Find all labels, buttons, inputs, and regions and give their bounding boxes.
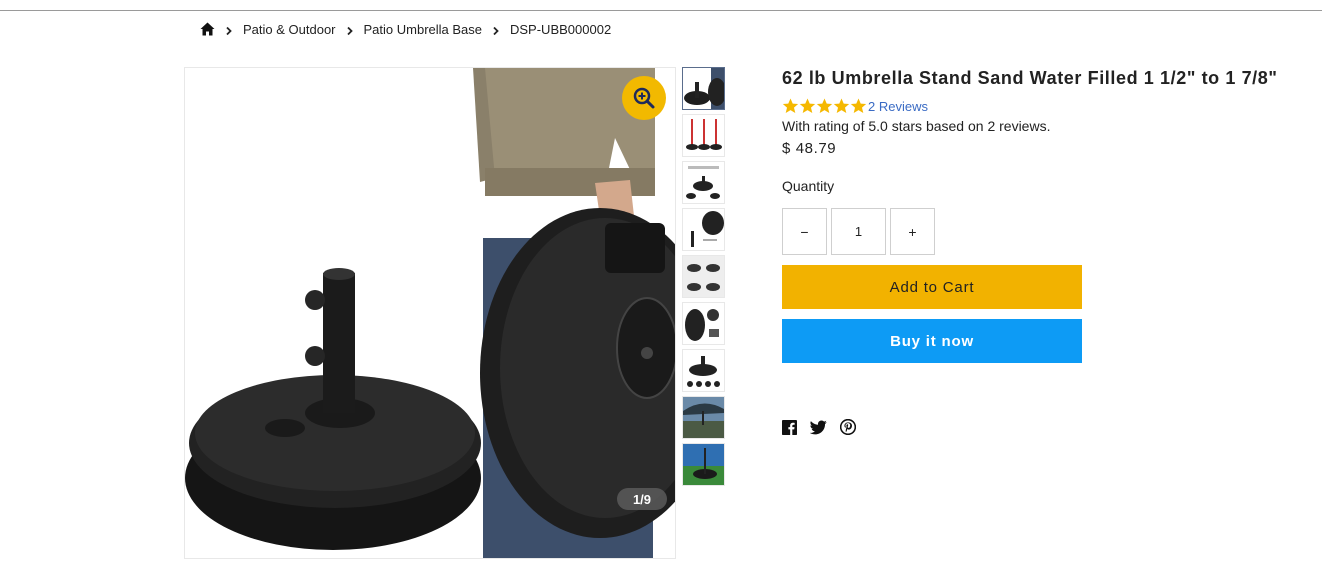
thumbnail-9[interactable] [682,443,725,486]
pinterest-icon[interactable] [839,418,857,440]
thumbnail-3[interactable] [682,161,725,204]
breadcrumb-link-patio-umbrella-base[interactable]: Patio Umbrella Base [364,22,483,37]
thumbnail-2[interactable] [682,114,725,157]
chevron-right-icon [224,24,234,36]
image-counter: 1/9 [617,488,667,510]
zoom-button[interactable] [622,76,666,120]
thumbnail-4[interactable] [682,208,725,251]
thumbnail-6[interactable] [682,302,725,345]
reviews-link[interactable]: 2 Reviews [868,99,928,114]
thumbnail-1[interactable] [682,67,725,110]
thumbnail-7[interactable] [682,349,725,392]
chevron-right-icon [345,24,355,36]
breadcrumb-link-patio-outdoor[interactable]: Patio & Outdoor [243,22,336,37]
breadcrumb-current-sku: DSP-UBB000002 [510,21,612,37]
main-product-image[interactable]: 1/9 [184,67,676,559]
twitter-icon[interactable] [809,419,827,440]
umbrella-base-photo [185,68,675,558]
buy-it-now-button[interactable]: Buy it now [782,319,1082,363]
top-divider [0,10,1322,11]
thumbnail-list [682,67,726,490]
product-rating: 2 Reviews [782,98,928,114]
thumbnail-8[interactable] [682,396,725,439]
star-rating [782,98,867,114]
star-icon [799,98,816,114]
star-icon [816,98,833,114]
star-icon [833,98,850,114]
chevron-right-icon [491,24,501,36]
facebook-icon[interactable] [782,419,797,440]
zoom-in-icon [632,86,656,110]
add-to-cart-button[interactable]: Add to Cart [782,265,1082,309]
quantity-increase-button[interactable]: + [890,208,935,255]
social-share [782,418,869,440]
quantity-stepper: − + [782,208,935,255]
breadcrumb: Patio & Outdoor Patio Umbrella Base DSP-… [200,20,611,38]
product-title: 62 lb Umbrella Stand Sand Water Filled 1… [782,68,1278,88]
quantity-label: Quantity [782,178,835,194]
quantity-input[interactable] [831,208,886,255]
thumbnail-5[interactable] [682,255,725,298]
rating-summary: With rating of 5.0 stars based on 2 revi… [782,118,1051,134]
quantity-decrease-button[interactable]: − [782,208,827,255]
home-icon[interactable] [200,22,215,36]
star-icon [850,98,867,114]
star-icon [782,98,799,114]
product-price: $ 48.79 [782,140,837,157]
